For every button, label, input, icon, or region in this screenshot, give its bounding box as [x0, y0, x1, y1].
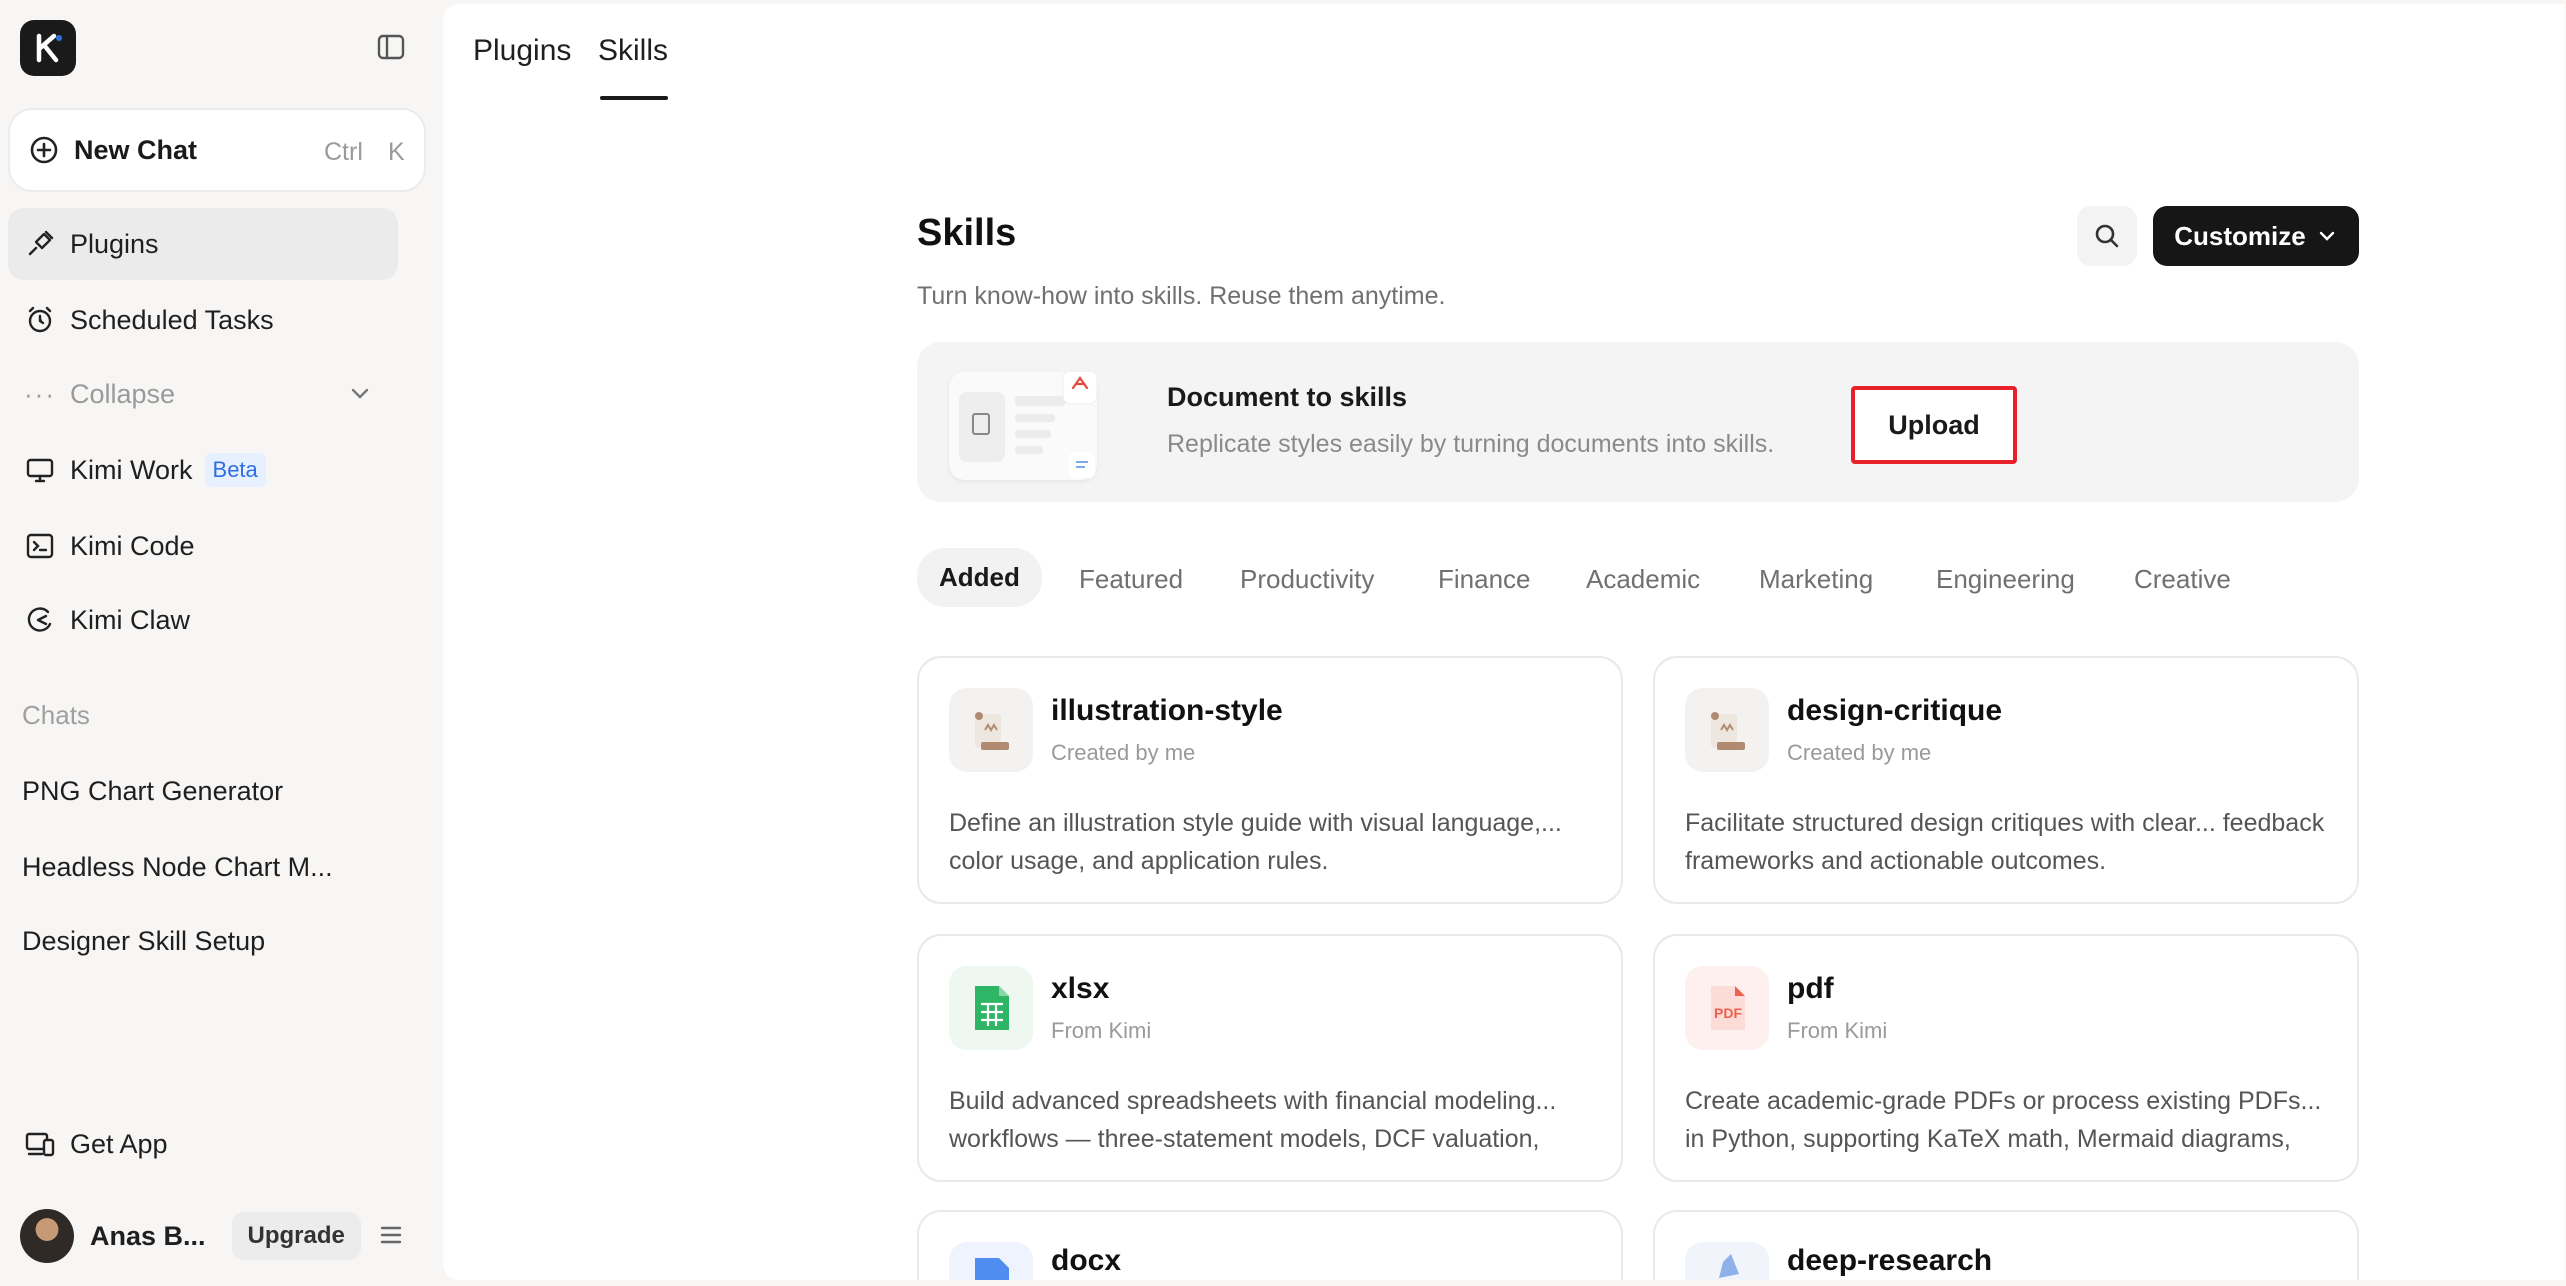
- search-icon: [2095, 224, 2119, 248]
- skill-card-meta: From Kimi: [1787, 1018, 1888, 1043]
- sidebar-item-kimi-code[interactable]: Kimi Code: [8, 510, 398, 582]
- main-panel: Plugins Skills Skills Turn know-how into…: [443, 4, 2565, 1286]
- user-profile[interactable]: Anas B... Upgrade: [20, 1206, 420, 1266]
- skill-card-title: illustration-style: [1051, 694, 1283, 727]
- chevron-down-icon: [2319, 231, 2334, 241]
- skill-card-meta: Created by me: [1787, 740, 1932, 765]
- spreadsheet-icon: [949, 966, 1033, 1050]
- user-name: Anas B...: [90, 1220, 206, 1251]
- page-subtitle: Turn know-how into skills. Reuse them an…: [917, 282, 1446, 310]
- upgrade-button[interactable]: Upgrade: [231, 1212, 361, 1260]
- dots-icon: ···: [24, 378, 56, 409]
- skill-card-description: Create academic-grade PDFs or process ex…: [1685, 1087, 2322, 1153]
- category-tab-creative[interactable]: Creative: [2134, 564, 2231, 595]
- sidebar-item-plugins[interactable]: Plugins: [8, 208, 398, 280]
- skill-card-deep-research[interactable]: deep-research: [1653, 1210, 2359, 1286]
- skill-card-meta: Created by me: [1051, 740, 1196, 765]
- document-illustration-icon: [959, 369, 1098, 478]
- window-bottom-edge: [443, 1280, 2565, 1286]
- chat-item[interactable]: Designer Skill Setup: [22, 926, 265, 957]
- sidebar-item-label: Kimi Claw: [70, 604, 191, 635]
- banner-title: Document to skills: [1167, 382, 1408, 412]
- sidebar-item-label: Collapse: [69, 378, 176, 409]
- customize-button[interactable]: Customize: [2153, 206, 2359, 266]
- skill-card-docx[interactable]: docx: [917, 1210, 1623, 1286]
- sidebar-toggle-icon[interactable]: [374, 30, 408, 64]
- alarm-clock-icon: [28, 306, 52, 333]
- terminal-icon: [26, 533, 54, 559]
- skill-card-illustration-style[interactable]: illustration-style Created by me Define …: [917, 656, 1623, 904]
- skill-card-xlsx[interactable]: xlsx From Kimi Build advanced spreadshee…: [917, 934, 1623, 1182]
- skill-card-title: design-critique: [1787, 694, 2003, 727]
- sidebar-item-kimi-work[interactable]: Kimi Work Beta: [8, 434, 398, 506]
- sidebar-item-label: Kimi Code: [70, 530, 195, 561]
- new-chat-button[interactable]: New Chat Ctrl K: [8, 108, 426, 192]
- skill-card-description: Define an illustration style guide with …: [949, 809, 1562, 875]
- skill-card-title: xlsx: [1051, 972, 1110, 1005]
- search-button[interactable]: [2077, 206, 2137, 266]
- chat-item[interactable]: PNG Chart Generator: [22, 776, 283, 807]
- claw-icon: [27, 607, 52, 632]
- skill-card-title: deep-research: [1787, 1244, 1993, 1277]
- device-icon: [25, 1132, 55, 1157]
- scroll-icon: [949, 688, 1033, 772]
- pdf-icon-label: PDF: [1714, 1005, 1742, 1021]
- shortcut-k: K: [388, 137, 405, 166]
- banner-subtitle: Replicate styles easily by turning docum…: [1167, 430, 1775, 458]
- sidebar-item-label: Kimi Work: [70, 454, 193, 485]
- sidebar-item-label: Scheduled Tasks: [70, 304, 274, 335]
- skill-card-title: pdf: [1787, 972, 1834, 1005]
- customize-label: Customize: [2174, 220, 2306, 251]
- kimi-logo[interactable]: [20, 20, 76, 76]
- menu-icon[interactable]: [376, 1220, 406, 1250]
- skill-card-description: Build advanced spreadsheets with financi…: [949, 1087, 1557, 1153]
- chevron-down-icon: [351, 388, 369, 399]
- sidebar: New Chat Ctrl K Plugins Scheduled Tasks …: [0, 0, 442, 1286]
- scroll-icon: [1685, 688, 1769, 772]
- get-app-label: Get App: [70, 1128, 168, 1159]
- category-tab-finance[interactable]: Finance: [1438, 564, 1531, 595]
- category-tab-engineering[interactable]: Engineering: [1936, 564, 2075, 595]
- beta-badge: Beta: [204, 453, 266, 487]
- tab-plugins[interactable]: Plugins: [473, 34, 571, 68]
- sidebar-item-label: Plugins: [70, 228, 159, 259]
- plug-icon: [28, 230, 54, 256]
- shortcut-ctrl: Ctrl: [324, 137, 363, 166]
- tab-skills[interactable]: Skills: [598, 34, 668, 68]
- chats-section-label: Chats: [22, 700, 90, 730]
- banner-illustration: [949, 369, 1098, 480]
- skill-card-description: Facilitate structured design critiques w…: [1685, 809, 2325, 875]
- sidebar-collapse-toggle[interactable]: ··· Collapse: [8, 358, 384, 430]
- sidebar-item-kimi-claw[interactable]: Kimi Claw: [8, 584, 398, 656]
- skill-card-title: docx: [1051, 1244, 1122, 1277]
- document-to-skills-banner: Document to skills Replicate styles easi…: [917, 342, 2359, 502]
- category-tab-productivity[interactable]: Productivity: [1240, 564, 1374, 595]
- skill-card-meta: From Kimi: [1051, 1018, 1152, 1043]
- active-tab-indicator: [600, 96, 668, 100]
- skill-card-design-critique[interactable]: design-critique Created by me Facilitate…: [1653, 656, 2359, 904]
- avatar[interactable]: [20, 1209, 74, 1263]
- chat-item[interactable]: Headless Node Chart M...: [22, 852, 333, 883]
- new-chat-label: New Chat: [74, 134, 198, 165]
- upload-button[interactable]: Upload: [1851, 386, 2017, 464]
- sidebar-item-scheduled-tasks[interactable]: Scheduled Tasks: [8, 284, 398, 356]
- category-tab-marketing[interactable]: Marketing: [1759, 564, 1873, 595]
- skill-card-pdf[interactable]: PDF pdf From Kimi Create academic-grade …: [1653, 934, 2359, 1182]
- category-tab-added[interactable]: Added: [917, 548, 1042, 607]
- page-title: Skills: [917, 212, 1017, 254]
- category-tab-featured[interactable]: Featured: [1079, 564, 1183, 595]
- pdf-file-icon: PDF: [1685, 966, 1769, 1050]
- monitor-icon: [26, 458, 54, 483]
- logo-k-icon: [36, 33, 62, 63]
- get-app-button[interactable]: Get App: [8, 1108, 398, 1180]
- category-tab-academic[interactable]: Academic: [1586, 564, 1700, 595]
- new-chat-icon: [30, 136, 58, 164]
